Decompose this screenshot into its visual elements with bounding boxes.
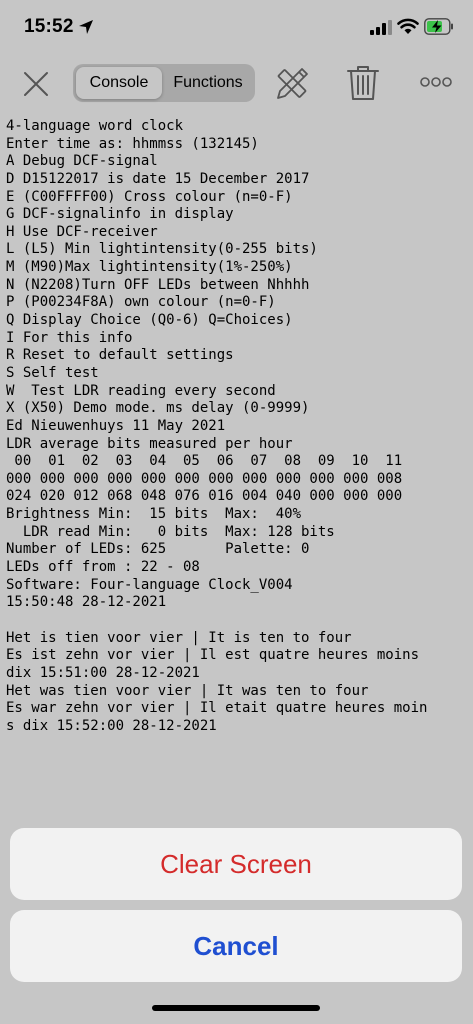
status-bar: 15:52 (0, 0, 473, 58)
console-line: I For this info (6, 329, 133, 346)
cellular-signal-icon (370, 20, 392, 35)
cancel-button[interactable]: Cancel (10, 910, 462, 982)
wifi-icon (397, 18, 419, 34)
toolbar: Console Functions (0, 58, 473, 110)
console-line: 4-language word clock (6, 118, 184, 134)
segmented-control: Console Functions (73, 64, 255, 102)
console-line: 00 01 02 03 04 05 06 07 08 09 10 11 (6, 453, 403, 470)
console-line: dix 15:51:00 28-12-2021 (6, 664, 200, 681)
more-icon[interactable] (420, 76, 452, 88)
console-line: D D15122017 is date 15 December 2017 (6, 170, 310, 187)
console-line: L (L5) Min lightintensity(0-255 bits) (6, 241, 318, 258)
console-line: N (N2208)Turn OFF LEDs between Nhhhh (6, 276, 310, 293)
console-line: S Self test (6, 364, 99, 381)
console-line: 15:50:48 28-12-2021 (6, 594, 167, 611)
close-icon[interactable] (20, 68, 52, 100)
console-line: s dix 15:52:00 28-12-2021 (6, 717, 217, 734)
console-line: Het is tien voor vier | It is ten to fou… (6, 629, 352, 646)
console-output[interactable]: 4-language word clock Enter time as: hhmm… (6, 118, 468, 738)
console-line: 024 020 012 068 048 076 016 004 040 000 … (6, 488, 403, 505)
console-line: Enter time as: hhmmss (132145) (6, 135, 259, 152)
console-line: 000 000 000 000 000 000 000 000 000 000 … (6, 470, 403, 487)
console-line: LDR read Min: 0 bits Max: 128 bits (6, 523, 335, 540)
console-line: Software: Four-language Clock_V004 (6, 576, 293, 593)
home-indicator[interactable] (152, 1005, 320, 1011)
console-line: H Use DCF-receiver (6, 223, 158, 240)
console-line: Ed Nieuwenhuys 11 May 2021 (6, 417, 226, 434)
clear-screen-button[interactable]: Clear Screen (10, 828, 462, 900)
console-line: W Test LDR reading every second (6, 382, 276, 399)
tab-console[interactable]: Console (76, 67, 162, 99)
console-line: Het was tien voor vier | It was ten to f… (6, 682, 369, 699)
status-time: 15:52 (24, 16, 74, 37)
console-line: R Reset to default settings (6, 347, 234, 364)
console-line: Es ist zehn vor vier | Il est quatre heu… (6, 647, 420, 664)
console-line: LDR average bits measured per hour (6, 435, 293, 452)
console-line: P (P00234F8A) own colour (n=0-F) (6, 294, 276, 311)
battery-charging-icon (424, 18, 453, 35)
location-arrow-icon (79, 20, 93, 34)
console-line: E (C00FFFF00) Cross colour (n=0-F) (6, 188, 293, 205)
trash-icon[interactable] (346, 64, 380, 102)
tab-functions[interactable]: Functions (164, 67, 252, 99)
console-line: Q Display Choice (Q0-6) Q=Choices) (6, 312, 293, 329)
console-line: X (X50) Demo mode. ms delay (0-9999) (6, 400, 310, 417)
console-line: Number of LEDs: 625 Palette: 0 (6, 541, 310, 558)
console-line: LEDs off from : 22 - 08 (6, 559, 200, 576)
console-line: M (M90)Max lightintensity(1%-250%) (6, 259, 293, 276)
console-line: G DCF-signalinfo in display (6, 206, 234, 223)
ruler-pencil-icon[interactable] (274, 66, 310, 102)
console-line: A Debug DCF-signal (6, 153, 158, 170)
console-line: Brightness Min: 15 bits Max: 40% (6, 506, 302, 523)
console-line: Es war zehn vor vier | Il etait quatre h… (6, 700, 428, 717)
